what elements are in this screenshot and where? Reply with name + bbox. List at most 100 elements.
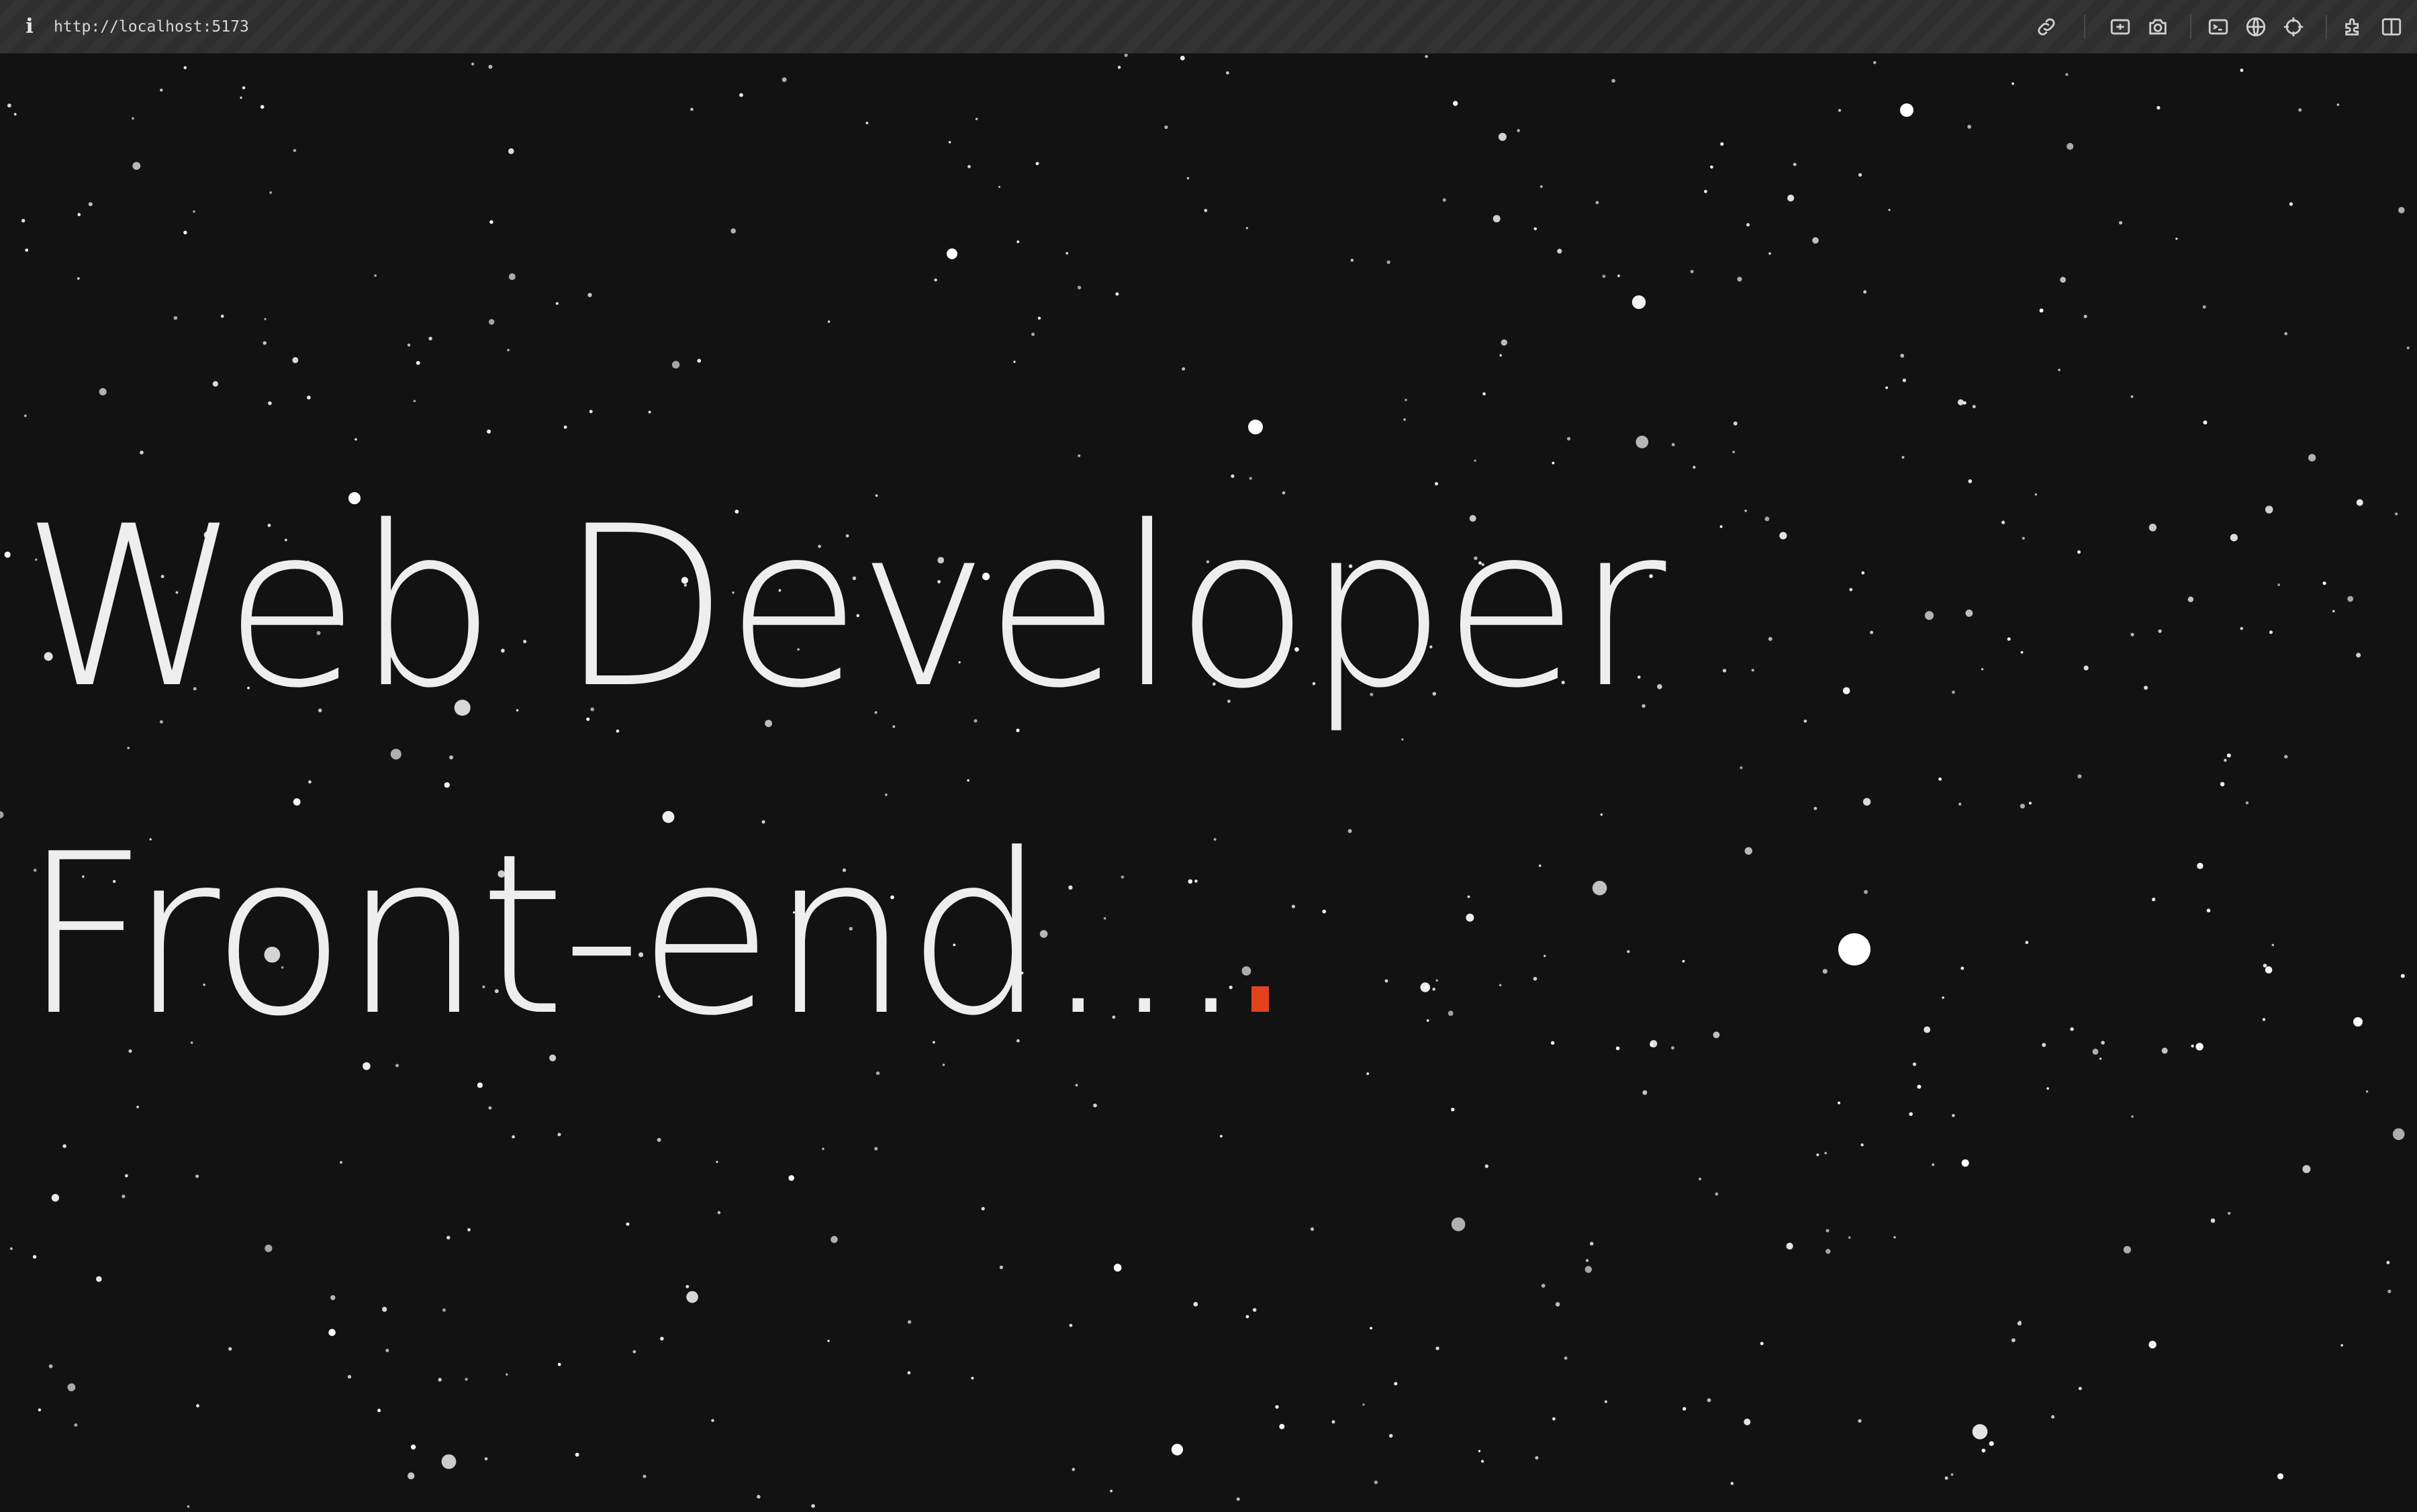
- star: [132, 117, 134, 120]
- star: [7, 103, 11, 108]
- star: [1760, 1341, 1764, 1345]
- star: [9, 1247, 13, 1250]
- screenshot-area-icon[interactable]: [2108, 15, 2132, 39]
- star: [711, 1419, 714, 1422]
- star: [38, 1408, 42, 1412]
- hero-title: Web Developer: [21, 479, 1666, 737]
- star: [1388, 1433, 1393, 1438]
- star: [2230, 534, 2238, 542]
- star: [508, 273, 516, 281]
- star: [1245, 1315, 1249, 1319]
- star: [1566, 436, 1571, 441]
- link-icon[interactable]: [2034, 15, 2058, 39]
- star: [268, 401, 272, 406]
- star: [1965, 609, 1973, 617]
- star: [1730, 1482, 1734, 1485]
- globe-icon[interactable]: [2244, 15, 2268, 39]
- star: [390, 749, 401, 760]
- star: [2191, 1044, 2194, 1048]
- star: [1275, 1405, 1279, 1409]
- star: [1768, 636, 1772, 641]
- star: [1732, 451, 1736, 454]
- star: [467, 1228, 471, 1231]
- terminal-icon[interactable]: [2206, 15, 2230, 39]
- star: [1744, 1418, 1751, 1425]
- star: [1826, 1249, 1831, 1254]
- star: [62, 1144, 66, 1148]
- star: [1432, 988, 1435, 991]
- star: [557, 1133, 561, 1137]
- star: [1604, 1400, 1607, 1403]
- star: [587, 293, 592, 297]
- extensions-icon[interactable]: [2342, 15, 2366, 39]
- star: [1401, 738, 1404, 741]
- star: [507, 348, 510, 352]
- star: [489, 319, 495, 325]
- star: [125, 1174, 128, 1178]
- star: [2083, 314, 2087, 318]
- star: [308, 780, 312, 784]
- star: [260, 105, 265, 109]
- info-icon[interactable]: i: [23, 15, 36, 39]
- star: [1031, 332, 1035, 336]
- star: [1862, 798, 1871, 806]
- star: [136, 1105, 140, 1108]
- star: [193, 210, 195, 213]
- star: [1451, 1107, 1455, 1112]
- star: [1366, 1072, 1370, 1076]
- star: [1113, 1264, 1122, 1272]
- star: [1435, 979, 1438, 982]
- star: [2011, 82, 2014, 85]
- star: [557, 1362, 561, 1366]
- star: [2340, 1343, 2344, 1347]
- star: [2262, 1018, 2266, 1021]
- star: [690, 107, 694, 111]
- star: [330, 1295, 336, 1301]
- star: [32, 1255, 37, 1259]
- split-view-icon[interactable]: [2379, 15, 2404, 39]
- star: [1322, 909, 1327, 914]
- camera-icon[interactable]: [2146, 15, 2170, 39]
- star: [1555, 1302, 1560, 1307]
- star: [122, 1194, 126, 1198]
- star: [1403, 418, 1407, 421]
- star: [697, 359, 702, 363]
- star: [975, 117, 978, 120]
- star: [2077, 550, 2081, 554]
- star: [1740, 766, 1743, 769]
- star: [220, 314, 224, 318]
- star: [2158, 629, 2162, 633]
- star: [1611, 79, 1615, 83]
- star: [508, 148, 514, 154]
- star: [2123, 1245, 2131, 1254]
- star: [2228, 1212, 2231, 1215]
- star: [1394, 1382, 1398, 1386]
- star: [228, 1347, 232, 1351]
- star: [1013, 361, 1016, 363]
- star: [739, 93, 743, 97]
- star: [173, 316, 178, 320]
- star: [875, 1071, 880, 1076]
- star: [967, 164, 971, 169]
- crosshair-icon[interactable]: [2281, 15, 2306, 39]
- star: [2001, 520, 2005, 524]
- star: [1533, 227, 1537, 231]
- star: [2400, 974, 2405, 978]
- star: [2034, 493, 2038, 496]
- star: [2284, 755, 2288, 759]
- star: [1474, 459, 1476, 462]
- star: [660, 1337, 664, 1341]
- toolbar-separator: [2326, 15, 2327, 39]
- star: [307, 395, 311, 399]
- bright-star: [1900, 103, 1913, 117]
- star: [1557, 248, 1562, 254]
- address-bar-url[interactable]: http://localhost:5173: [54, 15, 249, 39]
- star: [428, 336, 432, 340]
- star: [1498, 132, 1507, 141]
- star: [132, 162, 141, 171]
- star: [2392, 1128, 2405, 1141]
- star: [416, 361, 420, 365]
- star: [1550, 1041, 1555, 1045]
- star: [1069, 1323, 1073, 1327]
- star: [407, 343, 411, 347]
